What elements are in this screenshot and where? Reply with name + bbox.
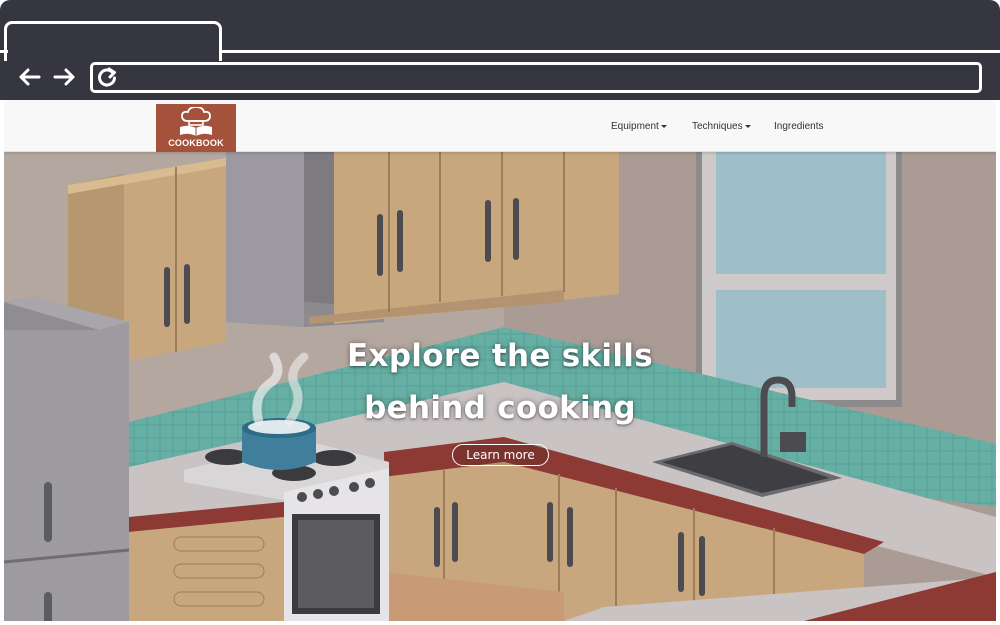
hero-title: Explore the skills behind cooking (300, 330, 700, 434)
learn-more-button[interactable]: Learn more (452, 444, 549, 466)
tab-divider (0, 50, 8, 53)
logo-text: COOKBOOK (168, 138, 224, 148)
reload-icon[interactable] (94, 65, 120, 91)
arrow-right-icon[interactable] (50, 62, 80, 92)
nav-item-techniques[interactable]: Techniques (692, 100, 751, 152)
hero-title-line: behind cooking (364, 390, 636, 426)
nav-item-label: Techniques (692, 120, 743, 132)
tab-divider (219, 50, 1000, 53)
nav-item-label: Equipment (611, 120, 659, 132)
site-logo[interactable]: COOKBOOK (156, 104, 236, 152)
refrigerator (4, 297, 130, 621)
window (696, 152, 902, 407)
arrow-left-icon[interactable] (14, 62, 44, 92)
browser-tab[interactable] (4, 21, 222, 61)
learn-more-label: Learn more (466, 448, 535, 462)
caret-down-icon (660, 124, 667, 128)
browser-chrome (0, 0, 1000, 100)
nav-item-equipment[interactable]: Equipment (611, 100, 667, 152)
webpage: COOKBOOK Equipment Techniques Ingredient… (4, 100, 996, 621)
caret-down-icon (744, 124, 751, 128)
nav-item-label: Ingredients (774, 120, 824, 132)
site-navbar: COOKBOOK Equipment Techniques Ingredient… (4, 100, 996, 152)
hero-title-line: Explore the skills (347, 338, 653, 374)
nav-item-ingredients[interactable]: Ingredients (774, 100, 823, 152)
chef-hat-book-icon (180, 107, 212, 136)
upper-cabinet-back (309, 152, 619, 324)
address-bar[interactable] (90, 62, 982, 93)
